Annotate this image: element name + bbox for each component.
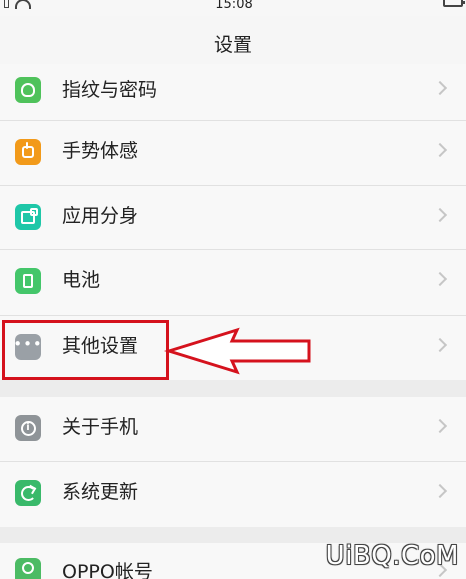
chevron-right-icon bbox=[432, 483, 448, 499]
fingerprint-shape bbox=[21, 83, 35, 97]
wifi-icon bbox=[15, 0, 31, 9]
status-bar: 15:08 bbox=[0, 0, 466, 16]
chevron-right-icon bbox=[432, 271, 448, 287]
app-clone-icon bbox=[15, 204, 41, 230]
settings-item-system-update[interactable]: 系统更新 bbox=[0, 462, 466, 527]
person-shape bbox=[22, 562, 34, 574]
page-title: 设置 bbox=[213, 34, 252, 56]
highlight-box bbox=[2, 320, 169, 380]
settings-item-gesture-motion[interactable]: 手势体感 bbox=[0, 121, 466, 186]
settings-item-label: 系统更新 bbox=[62, 481, 139, 503]
fingerprint-icon bbox=[15, 77, 41, 103]
settings-item-app-clone[interactable]: 应用分身 bbox=[0, 186, 466, 250]
settings-item-about-phone[interactable]: i 关于手机 bbox=[0, 397, 466, 462]
highlight-arrow bbox=[163, 327, 311, 375]
settings-item-label: 电池 bbox=[62, 269, 101, 291]
info-icon: i bbox=[15, 415, 41, 441]
account-icon bbox=[15, 558, 41, 579]
settings-item-label: OPPO帐号 bbox=[62, 561, 153, 579]
chevron-right-icon bbox=[432, 418, 448, 434]
settings-item-label: 应用分身 bbox=[62, 205, 139, 227]
update-icon bbox=[15, 480, 41, 506]
info-shape: i bbox=[20, 420, 36, 436]
settings-item-label: 手势体感 bbox=[62, 140, 139, 162]
clone-shape bbox=[21, 207, 38, 224]
chevron-right-icon bbox=[432, 80, 448, 96]
settings-item-label: 关于手机 bbox=[62, 416, 139, 438]
status-left-icons bbox=[4, 0, 31, 9]
status-time: 15:08 bbox=[215, 0, 253, 12]
watermark-text: UiBQ.CoM bbox=[325, 541, 459, 571]
sim-icon bbox=[4, 0, 9, 8]
battery-status-icon bbox=[443, 0, 465, 7]
chevron-right-icon bbox=[432, 207, 448, 223]
page-header: 设置 bbox=[0, 16, 466, 64]
settings-item-label: 指纹与密码 bbox=[62, 79, 158, 101]
battery-shape bbox=[23, 274, 33, 288]
section-divider bbox=[0, 380, 466, 397]
hand-shape bbox=[22, 142, 34, 158]
settings-item-fingerprint-password[interactable]: 指纹与密码 bbox=[0, 64, 466, 121]
chevron-right-icon bbox=[432, 142, 448, 158]
chevron-right-icon bbox=[432, 337, 448, 353]
gesture-icon bbox=[15, 139, 41, 165]
battery-icon bbox=[15, 268, 41, 294]
settings-item-battery[interactable]: 电池 bbox=[0, 250, 466, 316]
phone-screen: 15:08 设置 指纹与密码 手势体感 应用分身 电池 ••• 其他设置 i 关… bbox=[0, 0, 466, 579]
refresh-shape bbox=[20, 485, 36, 501]
arrow-shape bbox=[163, 327, 311, 375]
